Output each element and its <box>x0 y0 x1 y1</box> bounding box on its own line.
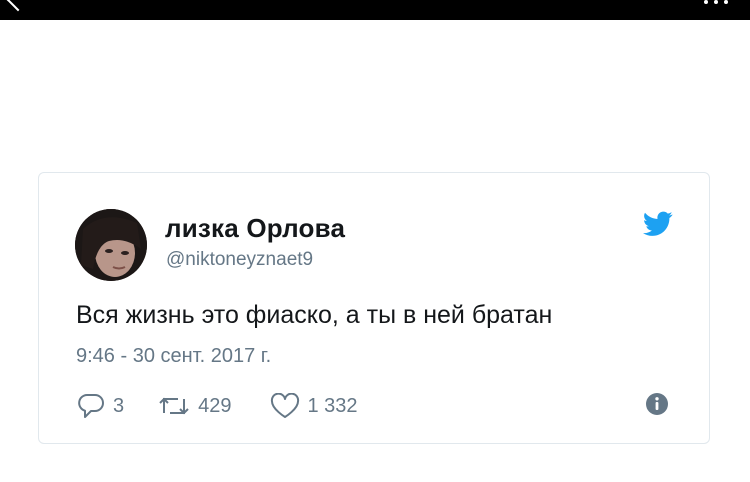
avatar[interactable] <box>75 209 147 281</box>
tweet-actions: 3 429 1 332 <box>77 391 358 421</box>
retweet-count: 429 <box>198 394 232 417</box>
chevron-left-icon[interactable] <box>6 0 30 12</box>
heart-icon <box>270 393 299 418</box>
retweet-icon <box>159 397 189 415</box>
like-count: 1 332 <box>307 394 358 417</box>
user-handle[interactable]: @niktoneyznaet9 <box>166 249 313 271</box>
retweet-button[interactable]: 429 <box>158 393 232 419</box>
like-button[interactable]: 1 332 <box>270 393 358 419</box>
tweet-text: Вся жизнь это фиаско, а ты в ней братан <box>76 301 553 329</box>
tweet-timestamp[interactable]: 9:46 - 30 сент. 2017 г. <box>76 345 271 368</box>
more-dots-icon[interactable] <box>704 0 728 4</box>
reply-icon <box>78 394 104 418</box>
reply-count: 3 <box>113 394 125 417</box>
tweet-card[interactable]: лизка Орлова @niktoneyznaet9 Вся жизнь э… <box>38 172 710 444</box>
reply-button[interactable]: 3 <box>77 393 124 419</box>
twitter-bird-icon[interactable] <box>643 211 673 237</box>
display-name[interactable]: лизка Орлова <box>165 213 345 244</box>
top-bar <box>0 0 750 20</box>
info-icon[interactable] <box>645 392 669 416</box>
